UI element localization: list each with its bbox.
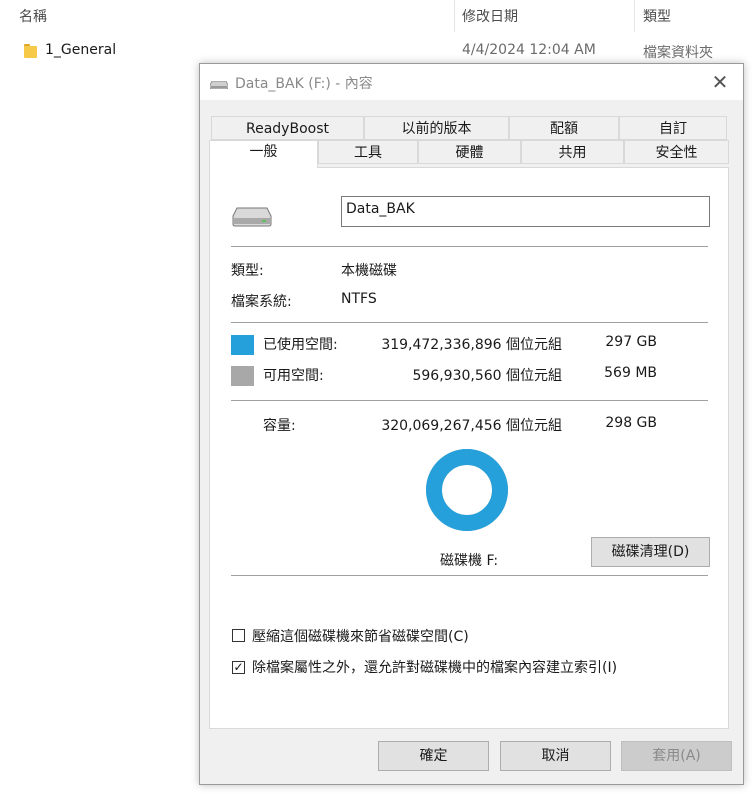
folder-icon	[24, 44, 37, 58]
used-space-swatch	[231, 335, 254, 355]
capacity-bytes: 320,069,267,456 個位元組	[381, 418, 562, 434]
used-space-label: 已使用空間:	[263, 337, 338, 353]
compress-checkbox[interactable]	[232, 629, 245, 642]
dialog-title: Data_BAK (F:) - 內容	[235, 76, 373, 92]
free-space-swatch	[231, 366, 254, 386]
separator	[231, 246, 708, 247]
sort-up-icon: ^	[226, 0, 237, 8]
tab-security[interactable]: 安全性	[624, 140, 729, 164]
filesystem-label: 檔案系統:	[231, 294, 292, 310]
compress-checkbox-label[interactable]: 壓縮這個磁碟機來節省磁碟空間(C)	[252, 626, 469, 646]
file-row-date: 4/4/2024 12:04 AM	[462, 42, 596, 58]
used-space-ring	[426, 449, 508, 531]
column-header-date[interactable]: 修改日期	[462, 6, 518, 26]
file-row-name[interactable]: 1_General	[45, 42, 116, 58]
column-divider[interactable]	[634, 0, 635, 32]
title-bar[interactable]: Data_BAK (F:) - 內容 ✕	[200, 64, 743, 100]
capacity-size: 298 GB	[605, 415, 657, 431]
index-checkbox-label[interactable]: 除檔案屬性之外，還允許對磁碟機中的檔案內容建立索引(I)	[252, 657, 617, 677]
tab-general[interactable]: 一般	[209, 140, 318, 168]
column-header-name[interactable]: 名稱	[19, 6, 47, 26]
free-space-size: 569 MB	[604, 365, 657, 381]
index-checkbox[interactable]: ✓	[232, 661, 245, 674]
tab-readyboost[interactable]: ReadyBoost	[211, 116, 364, 140]
tab-customize[interactable]: 自訂	[619, 116, 727, 140]
drive-icon	[210, 81, 228, 89]
apply-button[interactable]: 套用(A)	[621, 741, 732, 771]
column-divider[interactable]	[454, 0, 455, 32]
file-row-type: 檔案資料夾	[643, 45, 713, 61]
separator	[231, 400, 708, 401]
free-space-label: 可用空間:	[263, 368, 324, 384]
disk-usage-donut	[426, 449, 508, 531]
used-space-bytes: 319,472,336,896 個位元組	[381, 337, 562, 353]
type-label: 類型:	[231, 263, 264, 279]
disk-cleanup-button[interactable]: 磁碟清理(D)	[591, 537, 710, 567]
capacity-label: 容量:	[263, 418, 296, 434]
cancel-button[interactable]: 取消	[500, 741, 611, 771]
ok-button[interactable]: 確定	[378, 741, 489, 771]
type-value: 本機磁碟	[341, 263, 397, 279]
column-header-type[interactable]: 類型	[643, 6, 671, 26]
drive-icon	[232, 207, 272, 227]
tab-sharing[interactable]: 共用	[521, 140, 624, 164]
separator	[231, 322, 708, 323]
properties-dialog: Data_BAK (F:) - 內容 ✕ ReadyBoost 以前的版本 配額…	[199, 63, 744, 785]
used-space-size: 297 GB	[605, 334, 657, 350]
tab-previous-versions[interactable]: 以前的版本	[364, 116, 509, 140]
checkmark-icon: ✓	[233, 660, 244, 674]
volume-label-input[interactable]: Data_BAK	[341, 196, 710, 227]
tab-hardware[interactable]: 硬體	[418, 140, 521, 164]
tab-quota[interactable]: 配額	[509, 116, 619, 140]
tab-tools[interactable]: 工具	[318, 140, 418, 164]
close-icon[interactable]: ✕	[706, 70, 734, 96]
drive-letter-label: 磁碟機 F:	[440, 553, 499, 569]
free-space-bytes: 596,930,560 個位元組	[412, 368, 562, 384]
filesystem-value: NTFS	[341, 291, 377, 307]
separator	[231, 575, 708, 576]
